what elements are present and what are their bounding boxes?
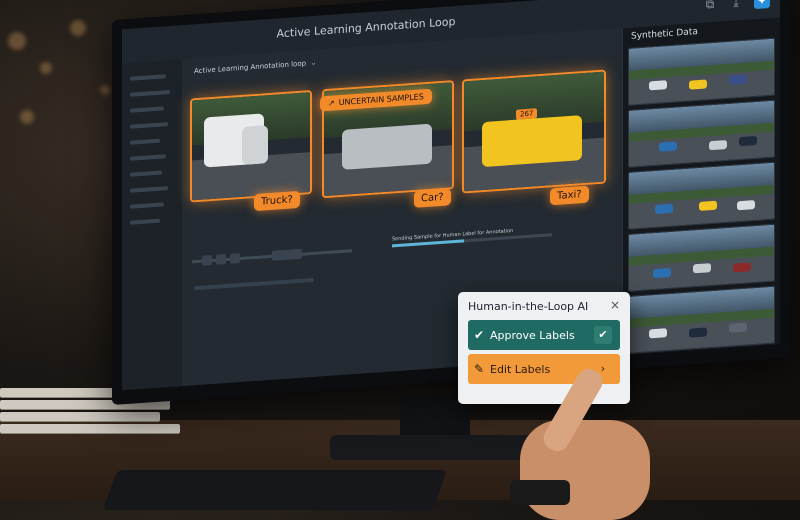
synthetic-thumb[interactable] (628, 161, 775, 230)
annotation-timeline: Sending Sample for Human Label for Annot… (192, 217, 612, 278)
timeline-item[interactable] (202, 255, 212, 266)
taxi-plate: 267 (516, 108, 538, 120)
label-taxi: Taxi? (550, 185, 589, 206)
timeline-item[interactable] (230, 253, 240, 264)
wristwatch (510, 480, 570, 505)
sidebar-item[interactable] (130, 186, 168, 193)
footer-text (194, 277, 314, 291)
check-icon: ✔ (473, 328, 485, 342)
chevron-down-icon[interactable]: ⌄ (310, 58, 317, 67)
check-icon: ✔ (594, 326, 612, 344)
sidebar-item[interactable] (130, 106, 164, 113)
close-icon[interactable]: × (610, 298, 620, 312)
pin-icon[interactable]: ✦ (754, 0, 770, 10)
up-arrow-icon: ↗ (328, 98, 335, 108)
timeline-item[interactable] (272, 248, 302, 261)
uncertain-samples-label: UNCERTAIN SAMPLES (338, 92, 424, 108)
panel-title: Synthetic Data (631, 27, 698, 42)
label-car: Car? (414, 188, 451, 208)
sample-card-truck[interactable] (190, 90, 312, 203)
screen: Active Learning Annotation Loop ⧉ ⤓ ✦ Ac… (122, 0, 780, 391)
synthetic-data-panel: Synthetic Data (622, 17, 780, 356)
left-sidebar (122, 59, 183, 391)
timeline-item[interactable] (216, 254, 226, 265)
dialog-title: Human-in-the-Loop AI (468, 300, 589, 313)
sidebar-item[interactable] (130, 218, 160, 225)
sidebar-item[interactable] (130, 122, 168, 129)
label-truck: Truck? (254, 190, 300, 212)
car-shape (342, 123, 432, 170)
pointing-hand (490, 360, 660, 520)
synthetic-thumb[interactable] (628, 99, 775, 168)
sidebar-item[interactable] (130, 154, 166, 161)
sidebar-item[interactable] (130, 89, 170, 97)
pencil-icon: ✎ (473, 362, 485, 376)
sidebar-item[interactable] (130, 74, 166, 81)
approve-labels-label: Approve Labels (490, 328, 575, 342)
download-icon[interactable]: ⤓ (728, 0, 744, 11)
keyboard (102, 470, 448, 510)
sidebar-item[interactable] (130, 138, 160, 145)
window-controls: ⧉ ⤓ ✦ (702, 0, 770, 13)
monitor: Active Learning Annotation Loop ⧉ ⤓ ✦ Ac… (112, 0, 790, 405)
taxi-shape (482, 115, 582, 168)
breadcrumb-label: Active Learning Annotation loop (194, 58, 307, 75)
truck-cab-shape (242, 125, 268, 165)
approve-labels-button[interactable]: ✔ Approve Labels ✔ (468, 320, 620, 350)
synthetic-thumb[interactable] (628, 285, 775, 354)
copy-icon[interactable]: ⧉ (702, 0, 718, 13)
truck-image (192, 92, 310, 201)
sample-card-taxi[interactable]: 267 (462, 69, 606, 194)
sidebar-item[interactable] (130, 202, 164, 209)
sidebar-item[interactable] (130, 170, 162, 177)
breadcrumb[interactable]: Active Learning Annotation loop ⌄ (194, 58, 317, 76)
synthetic-thumb[interactable] (628, 37, 775, 106)
synthetic-thumb[interactable] (628, 223, 775, 292)
taxi-image: 267 (464, 71, 604, 192)
